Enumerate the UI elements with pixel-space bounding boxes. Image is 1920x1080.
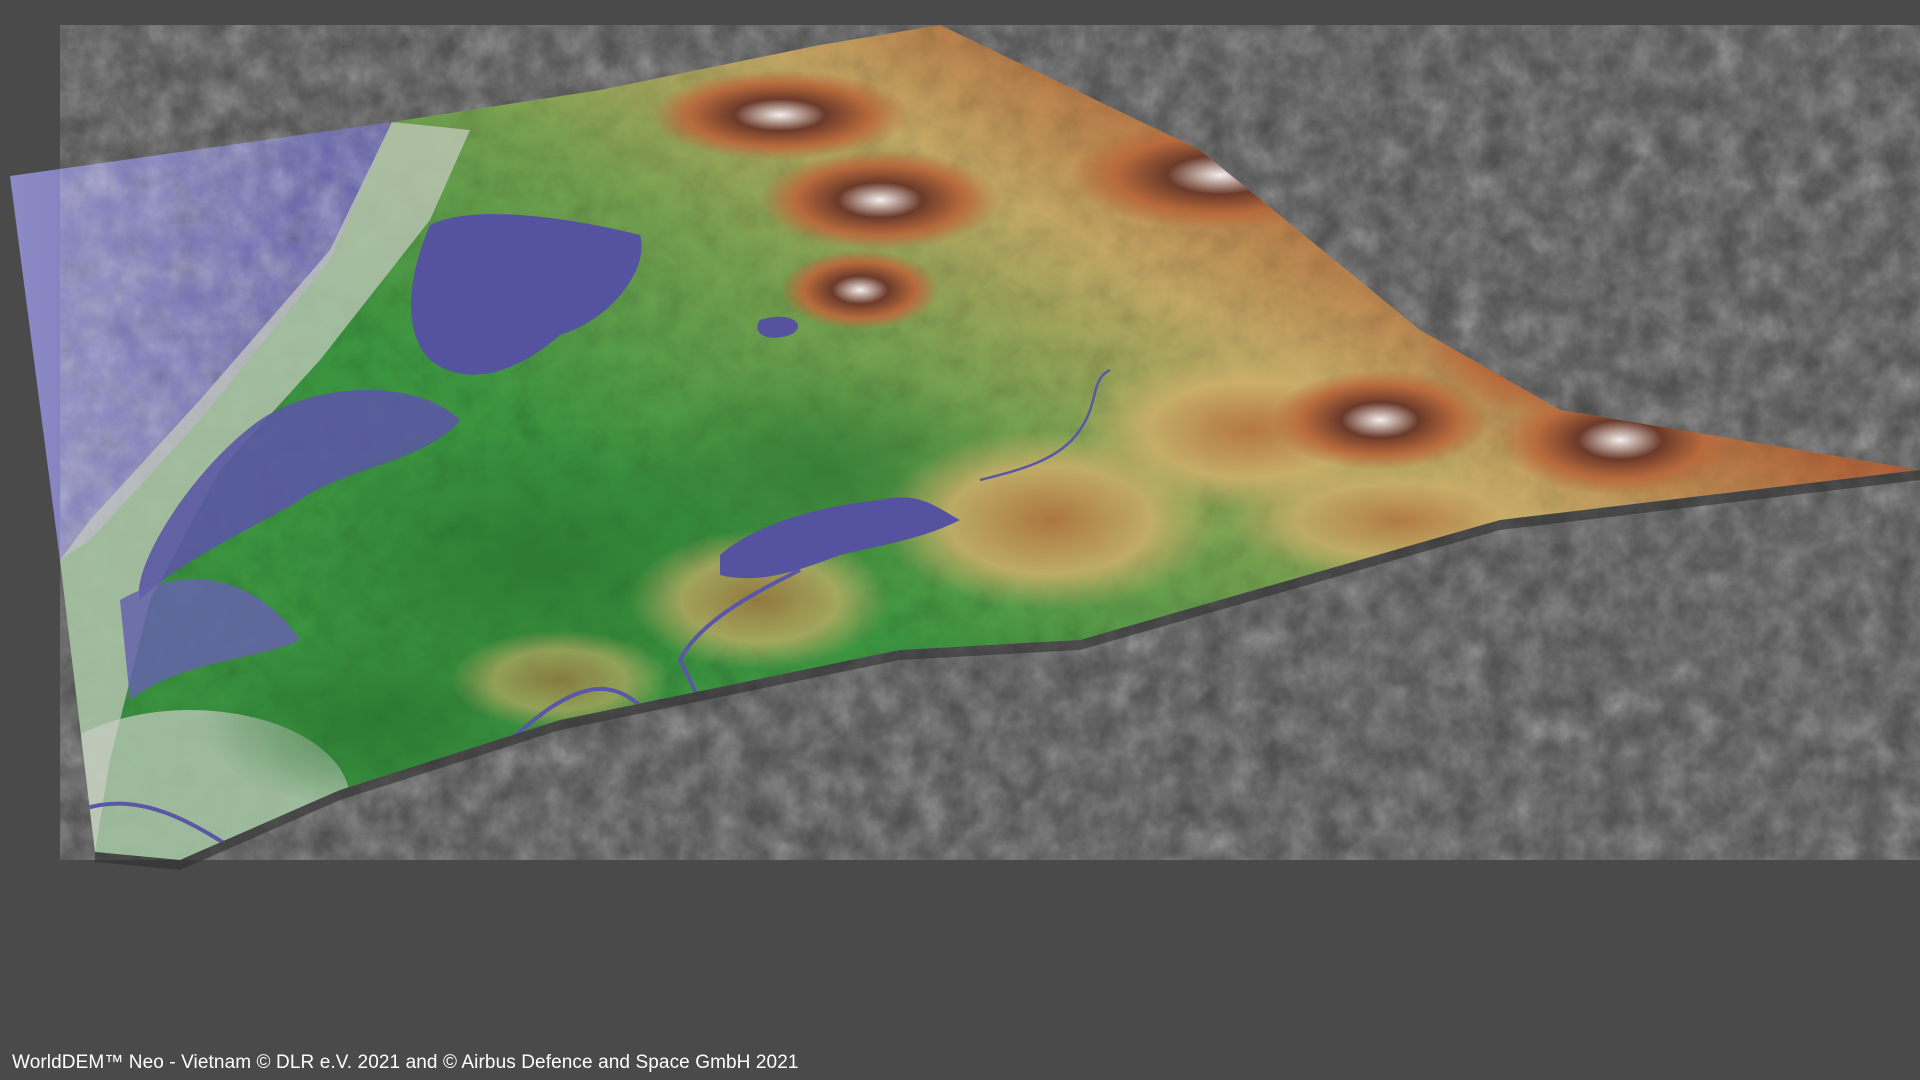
mountain-peak-7 <box>1020 25 1260 100</box>
mountain-peak-6 <box>780 250 940 330</box>
map-viewport[interactable]: WorldDEM™ Neo - Vietnam © DLR e.V. 2021 … <box>0 0 1920 1080</box>
reservoir-lake-2 <box>858 777 923 831</box>
mountain-peak-5 <box>1500 385 1740 495</box>
mountain-peak <box>650 70 910 160</box>
tributary-river-2 <box>999 698 1161 762</box>
hill-zone-5 <box>450 630 670 730</box>
terrain-slab <box>10 25 1920 870</box>
mountain-peak-3 <box>1070 120 1370 230</box>
mountain-peak-2 <box>760 150 1000 250</box>
mountain-peak-8 <box>1270 370 1490 470</box>
terrain-relief-map[interactable] <box>0 0 1920 1080</box>
copyright-credit: WorldDEM™ Neo - Vietnam © DLR e.V. 2021 … <box>12 1052 799 1073</box>
